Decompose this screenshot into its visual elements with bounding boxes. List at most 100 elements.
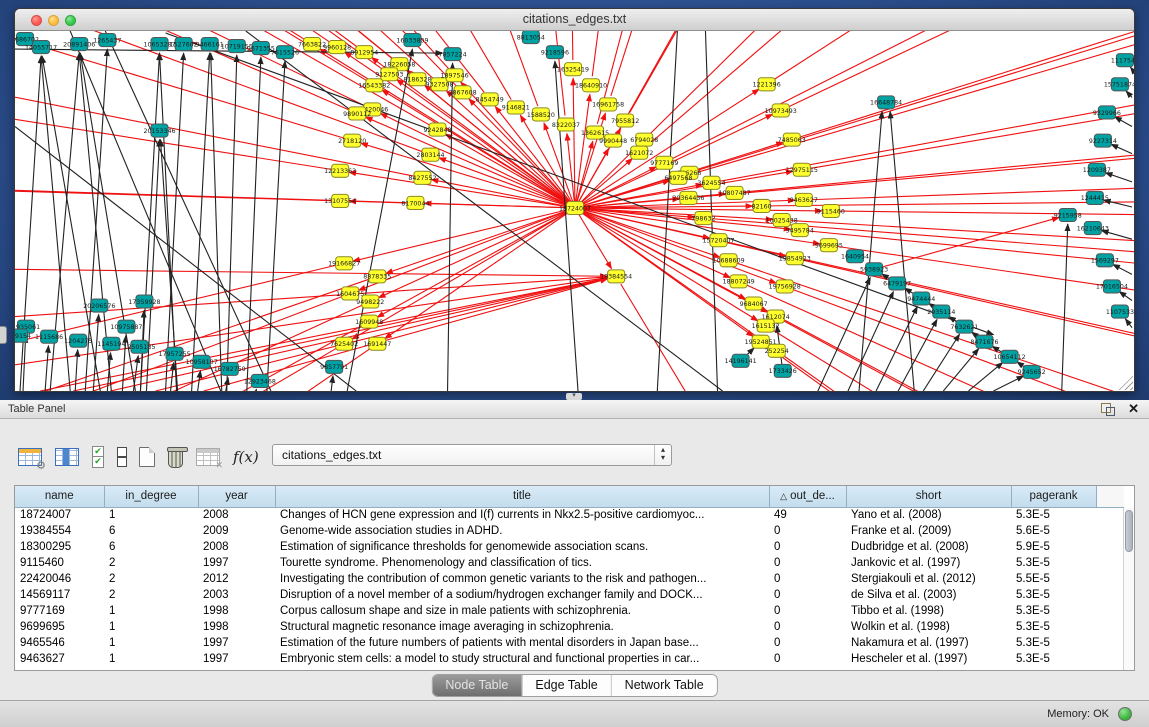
cell-out_degree[interactable]: 0 [769, 587, 846, 603]
cell-title[interactable]: Genome-wide association studies in ADHD. [275, 523, 769, 539]
cell-short[interactable]: Nakamura et al. (1997) [846, 635, 1011, 651]
cell-pagerank[interactable]: 5.3E-5 [1011, 507, 1096, 523]
table-row[interactable]: 2242004622012Investigating the contribut… [15, 571, 1124, 587]
cell-out_degree[interactable]: 0 [769, 603, 846, 619]
cell-title[interactable]: Corpus callosum shape and size in male p… [275, 603, 769, 619]
row-check-icon[interactable] [92, 446, 104, 468]
cell-name[interactable]: 9465546 [15, 635, 104, 651]
table-row[interactable]: 1938455462009Genome-wide association stu… [15, 523, 1124, 539]
cell-pagerank[interactable]: 5.3E-5 [1011, 651, 1096, 667]
table-row[interactable]: 1830029562008Estimation of significance … [15, 539, 1124, 555]
cell-out_degree[interactable]: 0 [769, 571, 846, 587]
table-scrollbar-thumb[interactable] [1125, 510, 1133, 552]
cell-short[interactable]: Hescheler et al. (1997) [846, 651, 1011, 667]
cell-out_degree[interactable]: 49 [769, 507, 846, 523]
window-titlebar[interactable]: citations_edges.txt [15, 9, 1134, 31]
column-header-out_degree[interactable]: △out_de... [769, 486, 846, 507]
table-row[interactable]: 946554611997Estimation of the future num… [15, 635, 1124, 651]
column-header-pagerank[interactable]: pagerank [1011, 486, 1096, 507]
cell-title[interactable]: Investigating the contribution of common… [275, 571, 769, 587]
cell-in_degree[interactable]: 1 [104, 507, 198, 523]
cell-name[interactable]: 18724007 [15, 507, 104, 523]
cell-title[interactable]: Structural magnetic resonance image aver… [275, 619, 769, 635]
tab-node-table[interactable]: Node Table [432, 675, 521, 696]
table-row[interactable]: 946362711997Embryonic stem cells: a mode… [15, 651, 1124, 667]
cell-pagerank[interactable]: 5.3E-5 [1011, 635, 1096, 651]
table-row[interactable]: 1872400712008Changes of HCN gene express… [15, 507, 1124, 523]
cell-title[interactable]: Disruption of a novel member of a sodium… [275, 587, 769, 603]
close-panel-icon[interactable]: ✕ [1128, 401, 1139, 417]
column-gear-icon[interactable] [18, 448, 42, 466]
network-canvas[interactable]: 1686702140557172089140612654371065328715… [15, 31, 1134, 391]
cell-short[interactable]: de Silva et al. (2003) [846, 587, 1011, 603]
tab-edge-table[interactable]: Edge Table [521, 675, 610, 696]
panel-collapse-handle[interactable] [0, 326, 7, 344]
cell-in_degree[interactable]: 1 [104, 635, 198, 651]
cell-year[interactable]: 1997 [198, 555, 275, 571]
table-row[interactable]: 969969511998Structural magnetic resonanc… [15, 619, 1124, 635]
table-row[interactable]: 911546021997Tourette syndrome. Phenomeno… [15, 555, 1124, 571]
cell-in_degree[interactable]: 2 [104, 571, 198, 587]
new-document-icon[interactable] [139, 447, 155, 467]
cell-year[interactable]: 2009 [198, 523, 275, 539]
table-scrollbar[interactable] [1123, 508, 1134, 670]
delete-icon[interactable] [168, 450, 183, 468]
network-view-window[interactable]: citations_edges.txt 16867021405571720891… [14, 8, 1135, 392]
column-header-name[interactable]: name [15, 486, 104, 507]
cell-in_degree[interactable]: 6 [104, 523, 198, 539]
cell-year[interactable]: 1998 [198, 603, 275, 619]
show-columns-icon[interactable] [55, 448, 79, 466]
cell-short[interactable]: Jankovic et al. (1997) [846, 555, 1011, 571]
cell-in_degree[interactable]: 1 [104, 651, 198, 667]
cell-name[interactable]: 9115460 [15, 555, 104, 571]
cell-year[interactable]: 1997 [198, 635, 275, 651]
citation-network-graph[interactable]: 1686702140557172089140612654371065328715… [15, 31, 1134, 391]
cell-year[interactable]: 2008 [198, 539, 275, 555]
function-builder-icon[interactable]: f(x) [233, 448, 259, 466]
cell-title[interactable]: Changes of HCN gene expression and I(f) … [275, 507, 769, 523]
cell-name[interactable]: 18300295 [15, 539, 104, 555]
cell-year[interactable]: 2012 [198, 571, 275, 587]
cell-name[interactable]: 9777169 [15, 603, 104, 619]
cell-in_degree[interactable]: 2 [104, 555, 198, 571]
cell-name[interactable]: 22420046 [15, 571, 104, 587]
combo-stepper-icon[interactable] [654, 445, 671, 465]
cell-pagerank[interactable]: 5.3E-5 [1011, 555, 1096, 571]
tab-network-table[interactable]: Network Table [611, 675, 717, 696]
column-header-title[interactable]: title [275, 486, 769, 507]
cell-pagerank[interactable]: 5.9E-5 [1011, 539, 1096, 555]
cell-out_degree[interactable]: 0 [769, 635, 846, 651]
splitter-handle[interactable]: ▾ [566, 393, 582, 400]
cell-title[interactable]: Embryonic stem cells: a model to study s… [275, 651, 769, 667]
cell-short[interactable]: Yano et al. (2008) [846, 507, 1011, 523]
table-row[interactable]: 977716911998Corpus callosum shape and si… [15, 603, 1124, 619]
cell-short[interactable]: Stergiakouli et al. (2012) [846, 571, 1011, 587]
cell-short[interactable]: Franke et al. (2009) [846, 523, 1011, 539]
cell-short[interactable]: Dudbridge et al. (2008) [846, 539, 1011, 555]
cell-pagerank[interactable]: 5.3E-5 [1011, 619, 1096, 635]
cell-in_degree[interactable]: 6 [104, 539, 198, 555]
cell-in_degree[interactable]: 2 [104, 587, 198, 603]
cell-in_degree[interactable]: 1 [104, 619, 198, 635]
rows-stack-icon[interactable] [117, 447, 126, 467]
cell-name[interactable]: 14569117 [15, 587, 104, 603]
float-panel-icon[interactable] [1101, 403, 1115, 416]
cell-short[interactable]: Wolkin et al. (1998) [846, 619, 1011, 635]
cell-pagerank[interactable]: 5.5E-5 [1011, 571, 1096, 587]
cell-pagerank[interactable]: 5.3E-5 [1011, 587, 1096, 603]
table-row[interactable]: 1456911722003Disruption of a novel membe… [15, 587, 1124, 603]
cell-year[interactable]: 1997 [198, 651, 275, 667]
cell-year[interactable]: 2003 [198, 587, 275, 603]
cell-name[interactable]: 9463627 [15, 651, 104, 667]
cell-out_degree[interactable]: 0 [769, 651, 846, 667]
cell-title[interactable]: Estimation of the future numbers of pati… [275, 635, 769, 651]
cell-out_degree[interactable]: 0 [769, 619, 846, 635]
column-header-short[interactable]: short [846, 486, 1011, 507]
column-header-year[interactable]: year [198, 486, 275, 507]
cell-out_degree[interactable]: 0 [769, 539, 846, 555]
cell-year[interactable]: 1998 [198, 619, 275, 635]
cell-pagerank[interactable]: 5.6E-5 [1011, 523, 1096, 539]
cell-pagerank[interactable]: 5.3E-5 [1011, 603, 1096, 619]
table-select[interactable]: citations_edges.txt [272, 444, 672, 466]
cell-out_degree[interactable]: 0 [769, 523, 846, 539]
